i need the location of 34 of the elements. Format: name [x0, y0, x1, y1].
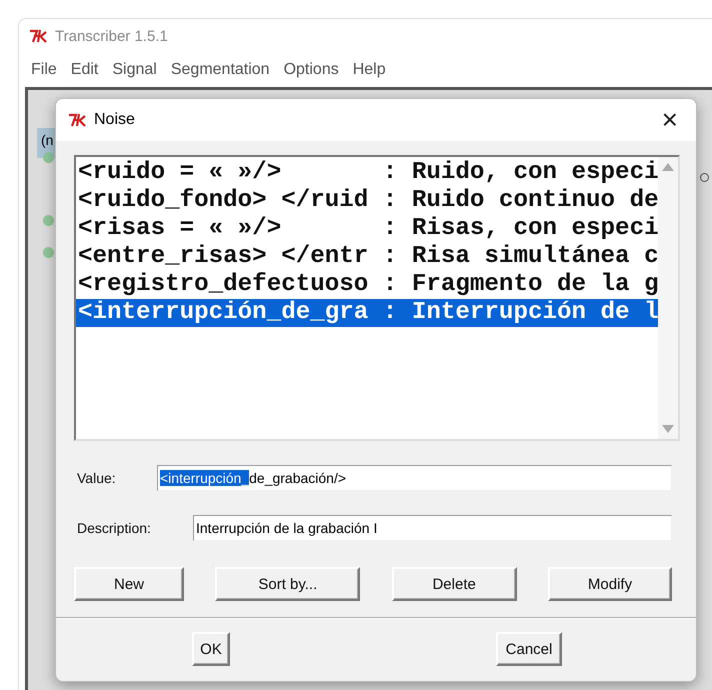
description-field[interactable]: Interrupción de la grabación I: [193, 515, 672, 541]
close-button[interactable]: ×: [656, 104, 684, 136]
list-item[interactable]: <ruido_fondo> </ruid : Ruido continuo de: [76, 187, 658, 215]
window-title: Transcriber 1.5.1: [55, 28, 168, 44]
status-dot-icon: [43, 152, 54, 163]
list-item[interactable]: <risas = « »/> : Risas, con especi: [76, 215, 658, 243]
list-item[interactable]: <interrupción_de_gra : Interrupción de l: [76, 299, 658, 327]
scroll-down-icon[interactable]: [662, 425, 674, 433]
menu-item[interactable]: Signal: [112, 61, 157, 79]
menu-item[interactable]: Options: [284, 61, 339, 79]
menu-item[interactable]: Segmentation: [170, 61, 270, 79]
app-logo-icon: [68, 113, 88, 127]
list-item[interactable]: <registro_defectuoso : Fragmento de la g: [76, 271, 658, 299]
list-item[interactable]: <ruido = « »/> : Ruido, con especi: [76, 159, 658, 187]
action-button[interactable]: New: [74, 567, 184, 601]
dialog-button[interactable]: OK: [192, 632, 230, 666]
scrollbar[interactable]: [658, 157, 678, 439]
action-button[interactable]: Delete: [392, 567, 517, 601]
action-button[interactable]: Sort by...: [215, 567, 360, 601]
radio-icon[interactable]: [700, 173, 709, 182]
value-field[interactable]: <interrupción_de_grabación/>: [157, 465, 672, 491]
value-label: Value:: [76, 470, 117, 486]
menu-item[interactable]: Help: [352, 61, 386, 79]
list-item[interactable]: <entre_risas> </entr : Risa simultánea c: [76, 243, 658, 271]
scroll-up-icon[interactable]: [662, 163, 674, 171]
status-dot-icon: [43, 247, 54, 258]
dialog-title: Noise: [94, 111, 136, 129]
menu-item[interactable]: Edit: [70, 61, 98, 79]
app-logo-icon: [29, 29, 49, 43]
description-label: Description:: [76, 520, 152, 536]
dialog-button[interactable]: Cancel: [496, 632, 562, 666]
action-button[interactable]: Modify: [548, 567, 672, 601]
status-dot-icon: [43, 215, 54, 226]
menu-item[interactable]: File: [31, 61, 57, 79]
